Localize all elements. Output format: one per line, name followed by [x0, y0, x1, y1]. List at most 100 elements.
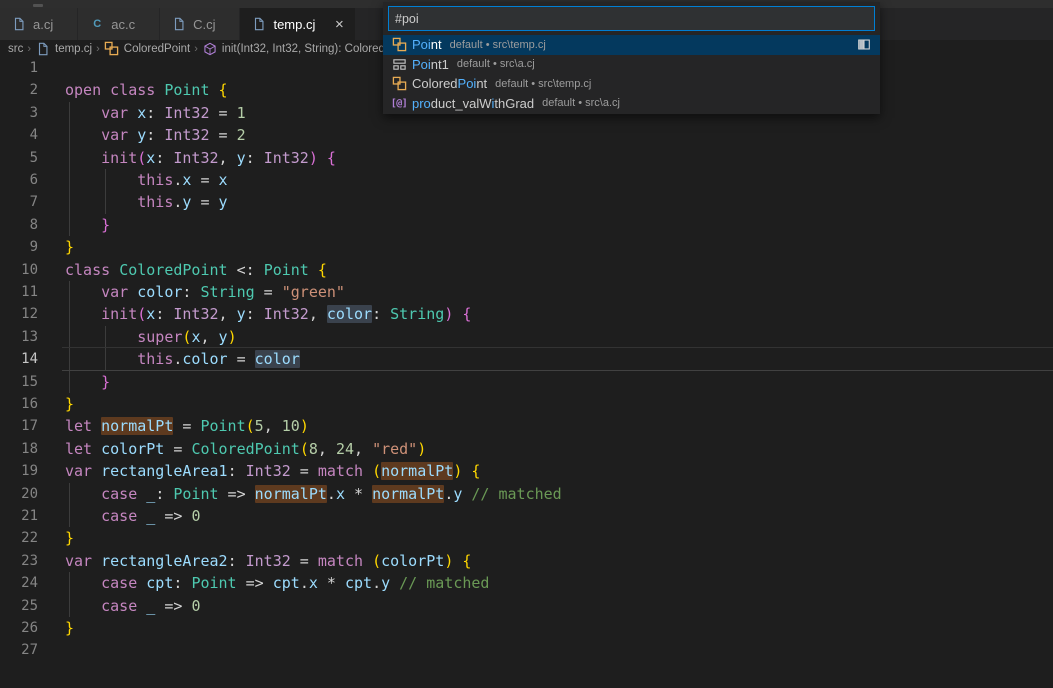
- line-number: 22: [0, 527, 38, 549]
- code-line-19[interactable]: 19var rectangleArea1: Int32 = match (nor…: [0, 460, 1053, 482]
- code-text: this.y = y: [65, 191, 228, 213]
- word-highlight-occurrence: normalPt: [372, 485, 444, 503]
- code-line-21[interactable]: 21 case _ => 0: [0, 505, 1053, 527]
- code-line-15[interactable]: 15 }: [0, 371, 1053, 393]
- tab-C-cj[interactable]: C.cj: [160, 8, 240, 40]
- breadcrumb-item-3[interactable]: init(Int32, Int32, String): ColoredPoint: [202, 41, 411, 57]
- tab-label: a.cj: [33, 17, 53, 32]
- code-line-11[interactable]: 11 var color: String = "green": [0, 281, 1053, 303]
- line-number: 4: [0, 124, 38, 146]
- code-line-14[interactable]: 14 this.color = color: [0, 348, 1053, 370]
- quick-open-result-1[interactable]: Point1 default • src\a.cj: [383, 55, 880, 75]
- result-label: product_valWithGrad: [412, 96, 534, 111]
- code-line-26[interactable]: 26}: [0, 617, 1053, 639]
- line-number: 15: [0, 371, 38, 393]
- tab-ac-c[interactable]: Cac.c: [78, 8, 160, 40]
- code-text: }: [65, 527, 74, 549]
- close-icon[interactable]: ×: [331, 17, 347, 32]
- word-highlight: color: [327, 305, 372, 323]
- code-text: init(x: Int32, y: Int32, color: String) …: [65, 303, 471, 325]
- cj-file-icon: [11, 16, 27, 32]
- code-line-22[interactable]: 22}: [0, 527, 1053, 549]
- code-line-13[interactable]: 13 super(x, y): [0, 326, 1053, 348]
- code-line-23[interactable]: 23 var rectangleArea2: Int32 = match (col…: [0, 550, 1053, 572]
- code-text: }: [65, 214, 110, 236]
- code-line-6[interactable]: 6 this.x = x: [0, 169, 1053, 191]
- line-number: 16: [0, 393, 38, 415]
- code-text: let normalPt = Point(5, 10): [65, 415, 309, 437]
- result-label: ColoredPoint: [412, 76, 487, 91]
- line-number: 14: [0, 348, 38, 370]
- code-line-24[interactable]: 24 case cpt: Point => cpt.x * cpt.y // m…: [0, 572, 1053, 594]
- code-line-25[interactable]: 25 case _ => 0: [0, 595, 1053, 617]
- code-text: let colorPt = ColoredPoint(8, 24, "red"): [65, 438, 426, 460]
- code-text: case _: Point => normalPt.x * normalPt.y…: [65, 483, 562, 505]
- titlebar-menu-fragment: [33, 4, 43, 7]
- result-label: Point1: [412, 57, 449, 72]
- cj-file-icon: [171, 16, 187, 32]
- tab-label: C.cj: [193, 17, 215, 32]
- method-icon: [202, 41, 218, 57]
- vscode-window: a.cj Cac.c C.cj temp.cj × src › temp.cj › Colore…: [0, 0, 1053, 688]
- code-text: }: [65, 617, 74, 639]
- code-line-18[interactable]: 18let colorPt = ColoredPoint(8, 24, "red…: [0, 438, 1053, 460]
- code-text: case _ => 0: [65, 505, 200, 527]
- chevron-right-icon: ›: [27, 43, 31, 55]
- line-number: 3: [0, 102, 38, 124]
- tab-a-cj[interactable]: a.cj: [0, 8, 78, 40]
- cj-file-icon: [35, 41, 51, 57]
- code-text: }: [65, 393, 74, 415]
- breadcrumb-item-0[interactable]: src: [8, 43, 23, 55]
- quick-open-result-0[interactable]: Pointdefault • src\temp.cj: [383, 35, 880, 55]
- line-number: 9: [0, 236, 38, 258]
- line-number: 21: [0, 505, 38, 527]
- word-highlight-occurrence: normalPt: [381, 462, 453, 480]
- line-number: 11: [0, 281, 38, 303]
- code-text: case _ => 0: [65, 595, 200, 617]
- code-text: }: [65, 236, 74, 258]
- code-line-16[interactable]: 16}: [0, 393, 1053, 415]
- code-text: var x: Int32 = 1: [65, 102, 246, 124]
- class-icon: [391, 76, 407, 92]
- tab-label: temp.cj: [273, 17, 315, 32]
- code-text: case cpt: Point => cpt.x * cpt.y // matc…: [65, 572, 489, 594]
- result-description: default • src\a.cj: [457, 58, 535, 70]
- line-number: 5: [0, 147, 38, 169]
- line-number: 26: [0, 617, 38, 639]
- line-number: 8: [0, 214, 38, 236]
- word-highlight-occurrence: normalPt: [255, 485, 327, 503]
- line-number: 24: [0, 572, 38, 594]
- open-to-side-button[interactable]: [856, 37, 872, 53]
- line-number: 20: [0, 483, 38, 505]
- struct-icon: [391, 56, 407, 72]
- line-number: 19: [0, 460, 38, 482]
- breadcrumb-item-1[interactable]: temp.cj: [35, 41, 92, 57]
- code-editor[interactable]: 12open class Point {3 var x: Int32 = 14 …: [0, 57, 1053, 688]
- code-line-20[interactable]: 20 case _: Point => normalPt.x * normalP…: [0, 483, 1053, 505]
- code-line-9[interactable]: 9}: [0, 236, 1053, 258]
- code-line-7[interactable]: 7 this.y = y: [0, 191, 1053, 213]
- quick-open-input[interactable]: #poi: [388, 6, 875, 31]
- code-line-27[interactable]: 27: [0, 639, 1053, 661]
- quick-open-result-2[interactable]: ColoredPoint default • src\temp.cj: [383, 74, 880, 94]
- chevron-right-icon: ›: [194, 43, 198, 55]
- breadcrumb-item-2[interactable]: ColoredPoint: [104, 41, 190, 57]
- c-file-icon: C: [89, 16, 105, 32]
- line-number: 10: [0, 259, 38, 281]
- code-line-17[interactable]: 17let normalPt = Point(5, 10): [0, 415, 1053, 437]
- line-number: 2: [0, 79, 38, 101]
- result-description: default • src\temp.cj: [495, 78, 591, 90]
- breadcrumb-label: ColoredPoint: [124, 43, 190, 55]
- code-line-4[interactable]: 4 var y: Int32 = 2: [0, 124, 1053, 146]
- code-text: var rectangleArea2: Int32 = match (color…: [65, 550, 471, 572]
- tab-temp-cj[interactable]: temp.cj ×: [240, 8, 356, 40]
- code-line-10[interactable]: 10class ColoredPoint <: Point {: [0, 259, 1053, 281]
- quick-open-result-3[interactable]: [@]product_valWithGraddefault • src\a.cj: [383, 94, 880, 114]
- code-line-8[interactable]: 8 }: [0, 214, 1053, 236]
- word-highlight: color: [255, 350, 300, 368]
- code-line-5[interactable]: 5 init(x: Int32, y: Int32) {: [0, 147, 1053, 169]
- line-number: 23: [0, 550, 38, 572]
- cj-file-icon: [251, 16, 267, 32]
- quick-open-query: #poi: [395, 12, 419, 26]
- code-line-12[interactable]: 12 init(x: Int32, y: Int32, color: Strin…: [0, 303, 1053, 325]
